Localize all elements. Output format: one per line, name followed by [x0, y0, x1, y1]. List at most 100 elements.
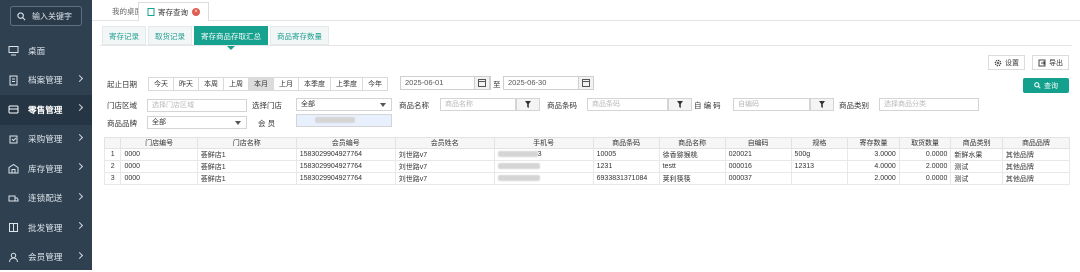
category-input[interactable]: 选择商品分类 [879, 98, 979, 111]
barcode-filter[interactable] [668, 98, 692, 111]
sidebar-item-label: 会员管理 [28, 251, 62, 263]
search-placeholder: 输入关键字 [32, 11, 72, 22]
range-this-month[interactable]: 本月 [248, 77, 274, 91]
table-row[interactable]: 2 0000 荟鲜店1 1583029904927764 刘世路v7 1231 … [105, 161, 1070, 173]
cell-phone [494, 161, 593, 173]
store-label: 选择门店 [252, 100, 282, 111]
cell-store-no: 0000 [121, 161, 197, 173]
range-yesterday[interactable]: 昨天 [173, 77, 199, 91]
tab-deposit-query-label: 寄存查询 [158, 7, 188, 18]
column-header[interactable]: 门店名称 [197, 138, 296, 149]
column-header[interactable]: 规格 [791, 138, 848, 149]
sidebar-item-label: 采购管理 [28, 133, 62, 145]
sidebar-item-desktop[interactable]: 桌面 [0, 36, 92, 66]
cell-member-name: 刘世路v7 [395, 149, 494, 161]
warehouse-icon [8, 163, 19, 174]
table-row[interactable]: 3 0000 荟鲜店1 1583029904927764 刘世路v7 69338… [105, 173, 1070, 185]
column-header[interactable]: 自编码 [725, 138, 791, 149]
barcode-input[interactable]: 商品条码 [587, 98, 668, 111]
range-this-year[interactable]: 今年 [362, 77, 388, 91]
cell-selfcode: 000037 [725, 173, 791, 185]
product-name-filter[interactable] [516, 98, 540, 111]
brand-label: 商品品牌 [107, 118, 137, 129]
range-last-month[interactable]: 上月 [273, 77, 299, 91]
search-box[interactable]: 输入关键字 [10, 6, 82, 26]
tab-deposit-query[interactable]: 寄存查询 × [138, 2, 209, 21]
store-area-input[interactable]: 选择门店区域 [147, 99, 247, 112]
row-number: 3 [105, 173, 121, 185]
cell-deposit-qty: 3.0000 [848, 149, 900, 161]
chevron-right-icon [76, 251, 83, 258]
sidebar-item-purchase[interactable]: 采购管理 [0, 125, 92, 155]
product-name-input[interactable]: 商品名称 [440, 98, 516, 111]
cell-barcode: 10005 [593, 149, 659, 161]
cell-brand: 其他品牌 [1002, 161, 1069, 173]
range-today[interactable]: 今天 [148, 77, 174, 91]
start-date-picker[interactable] [474, 76, 490, 90]
range-last-week[interactable]: 上周 [223, 77, 249, 91]
tab-deposit-records[interactable]: 寄存记录 [102, 26, 146, 45]
cell-member-no: 1583029904927764 [296, 161, 395, 173]
date-to-label: 至 [493, 79, 501, 90]
sidebar-item-retail[interactable]: 零售管理 [0, 95, 92, 125]
row-number: 1 [105, 149, 121, 161]
cell-spec: 12313 [791, 161, 848, 173]
chevron-right-icon [76, 192, 83, 199]
selfcode-filter[interactable] [810, 98, 834, 111]
tab-pickup-records[interactable]: 取货记录 [148, 26, 192, 45]
store-select[interactable]: 全部 [296, 98, 392, 111]
range-this-week[interactable]: 本周 [198, 77, 224, 91]
column-header[interactable]: 取货数量 [899, 138, 951, 149]
cell-spec [791, 173, 848, 185]
cell-selfcode: 000016 [725, 161, 791, 173]
member-icon [8, 252, 19, 263]
cell-member-no: 1583029904927764 [296, 173, 395, 185]
column-header[interactable]: 手机号 [494, 138, 593, 149]
cell-phone [494, 173, 593, 185]
sidebar-item-label: 库存管理 [28, 163, 62, 175]
cell-store-name: 荟鲜店1 [197, 173, 296, 185]
column-header[interactable]: 会员编号 [296, 138, 395, 149]
store-area-label: 门店区域 [107, 100, 137, 111]
export-label: 导出 [1049, 58, 1063, 68]
cell-store-name: 荟鲜店1 [197, 161, 296, 173]
cell-spec: 500g [791, 149, 848, 161]
column-header[interactable]: 商品名称 [659, 138, 725, 149]
cell-product-name: 徐香猕猴桃 [659, 149, 725, 161]
cell-member-name: 刘世路v7 [395, 161, 494, 173]
delivery-icon [8, 193, 19, 204]
row-number: 2 [105, 161, 121, 173]
column-header-index [105, 138, 121, 149]
settings-button[interactable]: 设置 [988, 55, 1025, 70]
table-row[interactable]: 1 0000 荟鲜店1 1583029904927764 刘世路v7 3 100… [105, 149, 1070, 161]
tab-deposit-quantity[interactable]: 商品寄存数量 [270, 26, 329, 45]
sidebar-item-inventory[interactable]: 库存管理 [0, 154, 92, 184]
query-button[interactable]: 查询 [1023, 78, 1069, 93]
export-button[interactable]: 导出 [1032, 55, 1069, 70]
sidebar-item-label: 档案管理 [28, 74, 62, 86]
sidebar-item-delivery[interactable]: 连锁配送 [0, 184, 92, 214]
end-date-picker[interactable] [578, 76, 594, 90]
selfcode-label: 自 编 码 [694, 100, 721, 111]
brand-select[interactable]: 全部 [147, 116, 247, 129]
range-this-quarter[interactable]: 本季度 [298, 77, 331, 91]
sidebar-item-wholesale[interactable]: 批发管理 [0, 213, 92, 243]
sidebar-item-member[interactable]: 会员管理 [0, 243, 92, 272]
range-last-quarter[interactable]: 上季度 [330, 77, 363, 91]
column-header[interactable]: 会员姓名 [395, 138, 494, 149]
calendar-icon [579, 77, 593, 89]
close-icon[interactable]: × [192, 8, 200, 16]
gear-icon [994, 59, 1002, 67]
sidebar-item-archive[interactable]: 档案管理 [0, 66, 92, 96]
column-header[interactable]: 商品条码 [593, 138, 659, 149]
column-header[interactable]: 商品类别 [951, 138, 1003, 149]
column-header[interactable]: 寄存数量 [848, 138, 900, 149]
page-tab-bar: 我的桌面 寄存查询 × [92, 0, 1080, 21]
selfcode-input[interactable]: 自编码 [733, 98, 810, 111]
cell-store-no: 0000 [121, 149, 197, 161]
filter-icon [669, 99, 691, 110]
tab-deposit-summary[interactable]: 寄存商品存取汇总 [194, 26, 268, 45]
column-header[interactable]: 门店编号 [121, 138, 197, 149]
column-header[interactable]: 商品品牌 [1002, 138, 1069, 149]
member-input[interactable] [296, 114, 392, 127]
